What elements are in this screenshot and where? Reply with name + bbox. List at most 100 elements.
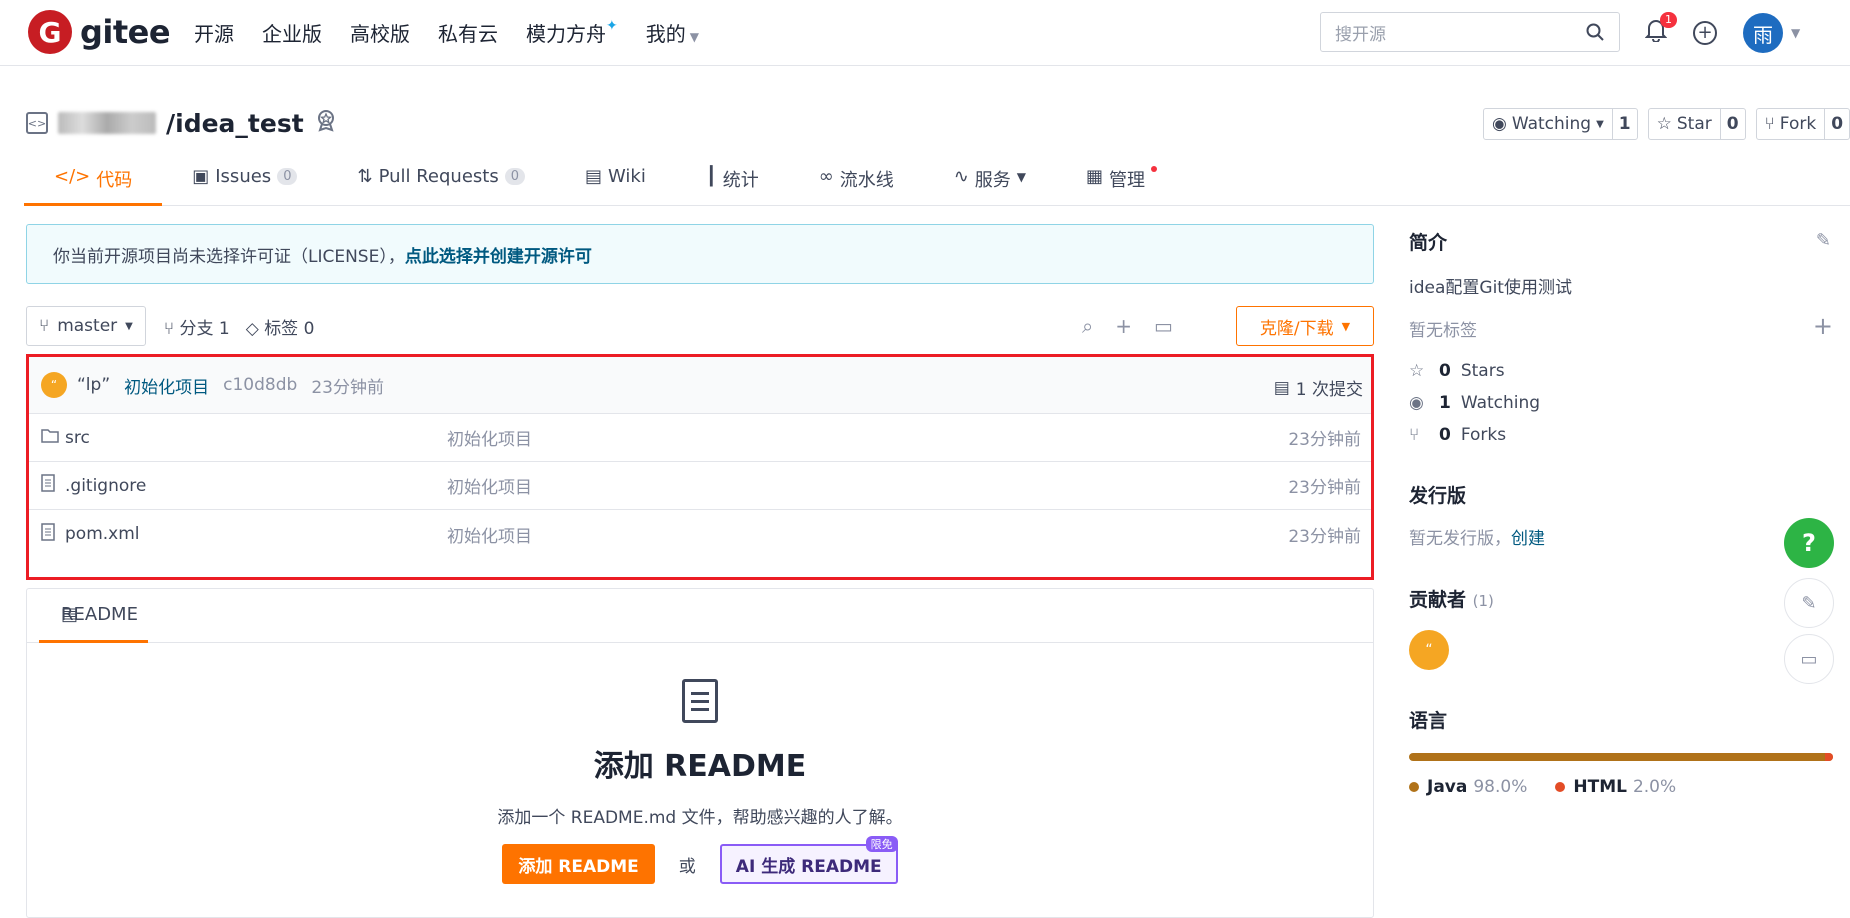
gitee-logo[interactable]: G gitee [28, 10, 171, 54]
file-time: 23分钟前 [1288, 526, 1361, 547]
file-name[interactable]: .gitignore [65, 476, 447, 496]
latest-commit-row: “ “lp” 初始化项目 c10d8db 23分钟前 ▤ 1 次提交 [29, 357, 1371, 414]
branches-link[interactable]: ⑂ 分支 1 [164, 314, 230, 339]
fork-count[interactable]: 0 [1824, 109, 1849, 139]
repo-owner-blurred[interactable] [58, 112, 156, 134]
commit-author-avatar[interactable]: “ [41, 372, 67, 398]
badge-medal-icon[interactable] [314, 108, 338, 138]
file-time: 23分钟前 [1288, 430, 1361, 450]
add-readme-button[interactable]: 添加 README [502, 844, 655, 884]
caret-down-icon: ▼ [689, 30, 699, 44]
file-row[interactable]: pom.xml 初始化项目 23分钟前 [29, 510, 1371, 558]
release-empty: 暂无发行版，创建 [1409, 524, 1833, 549]
web-ide-icon[interactable]: ▭ [1154, 314, 1173, 338]
contributor-avatar[interactable]: “ [1409, 630, 1449, 670]
tab-pipeline[interactable]: ∞ 流水线 [789, 160, 924, 206]
file-name[interactable]: pom.xml [65, 524, 447, 544]
forks-stat[interactable]: ⑂ 0 Forks [1409, 425, 1833, 445]
watching-label: Watching [1460, 393, 1541, 413]
watch-count[interactable]: 1 [1611, 109, 1637, 139]
html-color-dot [1555, 782, 1566, 792]
tab-pull-requests[interactable]: ⇅ Pull Requests 0 [327, 160, 555, 206]
nav-mine[interactable]: 我的 ▼ [646, 18, 699, 47]
tab-issues[interactable]: ▣ Issues 0 [162, 160, 327, 206]
add-tag-plus-icon[interactable]: + [1813, 312, 1833, 340]
file-name[interactable]: src [65, 428, 447, 448]
pipeline-icon: ∞ [818, 166, 834, 187]
manage-notice-dot [1151, 166, 1158, 172]
intro-title: 简介 [1409, 232, 1448, 254]
add-file-icon[interactable]: + [1115, 314, 1132, 338]
user-menu-caret-icon[interactable]: ▼ [1791, 26, 1800, 40]
watching-count: 1 [1439, 393, 1451, 413]
wiki-book-icon: ▤ [585, 166, 603, 187]
readme-tab-bar: ▤ README [27, 589, 1373, 643]
main-nav: 开源 企业版 高校版 私有云 模力方舟✦ 我的 ▼ [194, 18, 699, 47]
nav-education[interactable]: 高校版 [350, 18, 410, 47]
create-license-link[interactable]: 点此选择并创建开源许可 [405, 242, 592, 267]
ai-generate-readme-button[interactable]: AI 生成 README 限免 [719, 836, 898, 884]
search-icon[interactable] [1585, 22, 1605, 42]
create-plus-icon[interactable]: + [1693, 21, 1717, 45]
nav-private-cloud[interactable]: 私有云 [438, 18, 498, 47]
repo-name[interactable]: /idea_test [166, 109, 304, 138]
file-row[interactable]: src 初始化项目 23分钟前 [29, 414, 1371, 462]
watch-caret-icon: ▼ [1596, 118, 1604, 130]
feedback-edit-button[interactable]: ✎ [1784, 578, 1834, 628]
commit-count-link[interactable]: ▤ 1 次提交 [1274, 375, 1363, 401]
contributors-title: 贡献者 (1) [1409, 585, 1833, 612]
nav-enterprise[interactable]: 企业版 [262, 18, 322, 47]
tab-services[interactable]: ∿ 服务 ▼ [924, 160, 1056, 206]
forks-count: 0 [1439, 425, 1451, 445]
commit-count: 1 次提交 [1295, 380, 1363, 400]
free-badge: 限免 [865, 836, 898, 852]
fork-button[interactable]: ⑂ Fork [1757, 109, 1825, 139]
watch-button[interactable]: ◉ Watching ▼ [1484, 109, 1612, 139]
readme-tab[interactable]: ▤ README [39, 589, 148, 643]
branch-selector[interactable]: ⑂ master ▼ [26, 306, 146, 346]
repo-title: <> /idea_test [26, 108, 338, 138]
notification-bell-icon[interactable]: 1 [1644, 12, 1677, 48]
search-input[interactable]: 搜开源 [1320, 12, 1620, 52]
tab-stats[interactable]: ┃ 统计 [676, 160, 789, 206]
chat-message-button[interactable]: ▭ [1784, 634, 1834, 684]
tab-code[interactable]: </> 代码 [24, 160, 163, 206]
language-java: Java 98.0% [1409, 777, 1527, 797]
contributors-count: (1) [1472, 592, 1494, 610]
star-count[interactable]: 0 [1719, 109, 1745, 139]
no-tags: 暂无标签 + [1409, 312, 1833, 341]
edit-intro-icon[interactable]: ✎ [1816, 230, 1831, 251]
commit-sha[interactable]: c10d8db [223, 375, 297, 395]
clone-download-button[interactable]: 克隆/下载 ▼ [1236, 306, 1374, 346]
user-avatar[interactable]: 雨 [1743, 13, 1783, 53]
code-icon: </> [54, 166, 91, 187]
language-title: 语言 [1409, 710, 1448, 732]
watching-stat[interactable]: ◉ 1 Watching [1409, 393, 1833, 413]
tab-wiki[interactable]: ▤ Wiki [555, 160, 676, 206]
language-html-name: HTML [1573, 777, 1627, 797]
help-question-button[interactable]: ? [1784, 518, 1834, 568]
branch-name: master [57, 316, 118, 336]
tags-link[interactable]: ◇ 标签 0 [246, 314, 315, 339]
file-search-icon[interactable]: ⌕ [1082, 314, 1093, 338]
file-commit-message[interactable]: 初始化项目 [447, 473, 532, 498]
file-commit-message[interactable]: 初始化项目 [447, 425, 532, 450]
folder-icon [41, 427, 61, 448]
nav-moli[interactable]: 模力方舟✦ [526, 18, 618, 47]
tab-issues-label: Issues [215, 166, 272, 187]
code-repo-icon: <> [26, 112, 48, 134]
eye-icon: ◉ [1492, 114, 1507, 134]
file-row[interactable]: .gitignore 初始化项目 23分钟前 [29, 462, 1371, 510]
file-commit-message[interactable]: 初始化项目 [447, 522, 532, 547]
create-release-link[interactable]: 创建 [1511, 529, 1545, 549]
nav-open-source[interactable]: 开源 [194, 18, 234, 47]
top-navbar: G gitee 开源 企业版 高校版 私有云 模力方舟✦ 我的 ▼ 搜开源 1 +… [0, 0, 1850, 66]
commit-author[interactable]: “lp” [77, 375, 110, 395]
file-doc-icon [41, 522, 61, 546]
tab-manage[interactable]: ▦ 管理 [1056, 160, 1187, 206]
stars-stat[interactable]: ☆ 0 Stars [1409, 361, 1833, 381]
commit-message[interactable]: 初始化项目 [124, 373, 209, 398]
issues-icon: ▣ [192, 166, 210, 187]
star-button[interactable]: ☆ Star [1649, 109, 1720, 139]
release-section: 发行版 暂无发行版，创建 [1409, 481, 1833, 549]
